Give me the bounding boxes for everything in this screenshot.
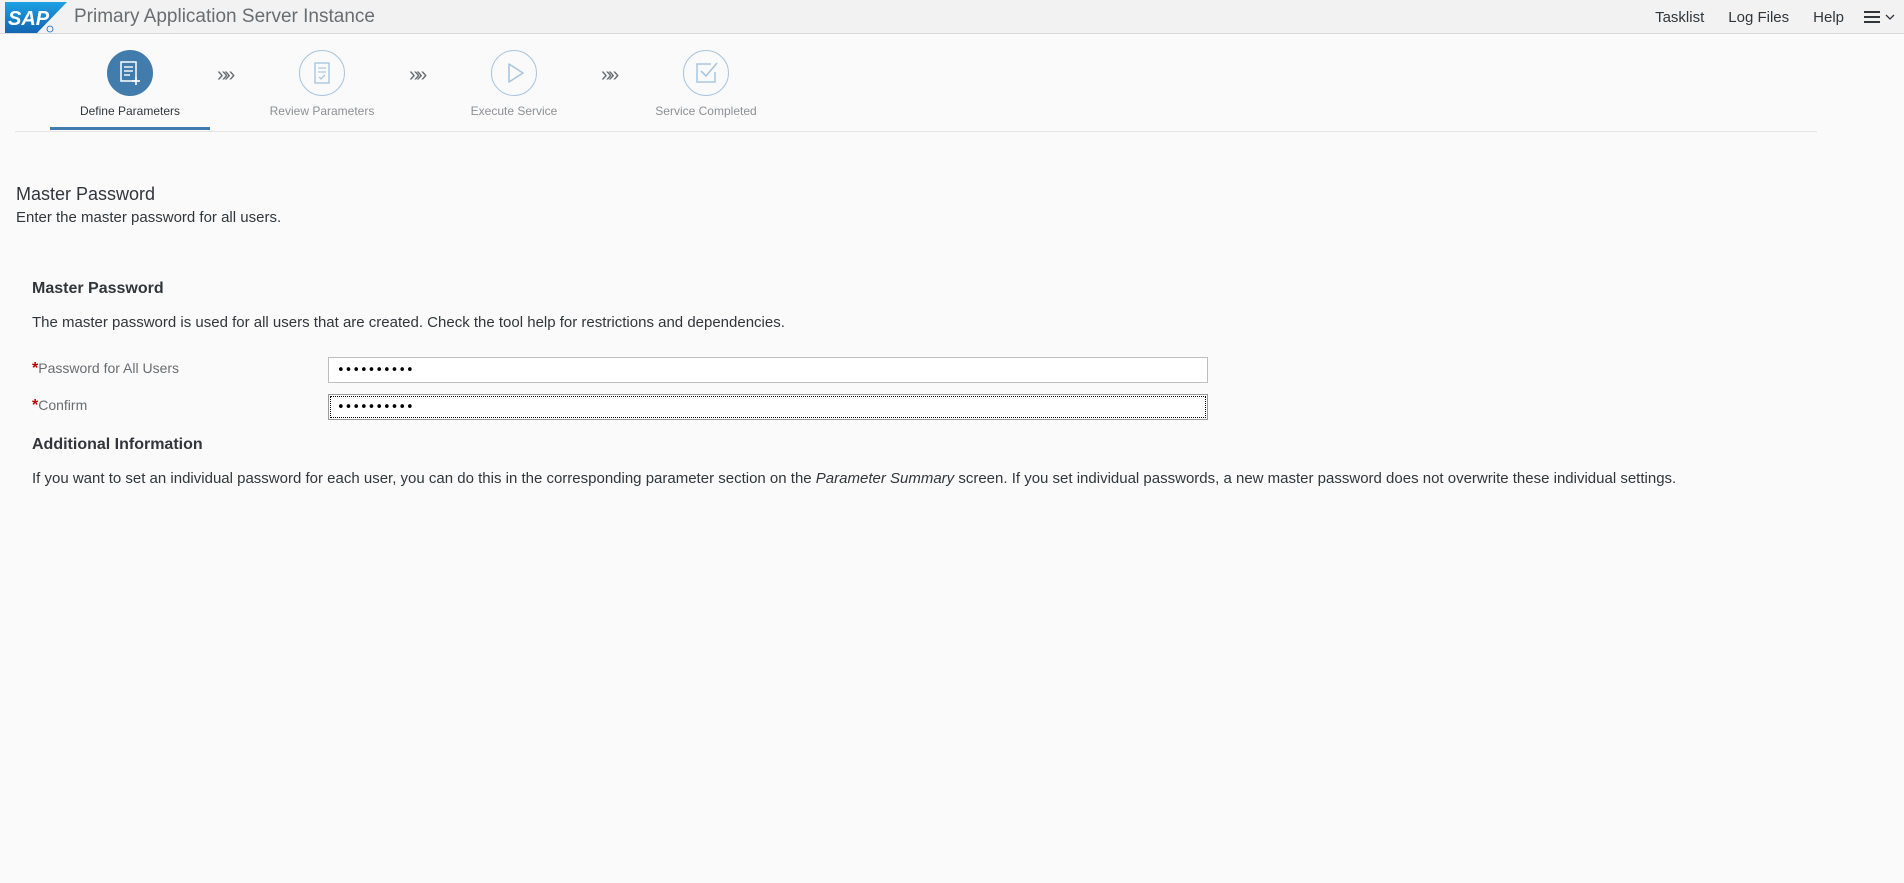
password-all-users-label: *Password for All Users	[32, 360, 179, 378]
sap-logo: SAP	[5, 2, 67, 33]
password-all-users-input[interactable]	[328, 357, 1208, 383]
clipboard-check-icon	[314, 62, 330, 84]
active-step-indicator	[50, 127, 210, 130]
page-title: Master Password	[16, 184, 156, 204]
step-label: Execute Service	[470, 104, 558, 118]
confirm-password-input[interactable]	[328, 394, 1208, 420]
additional-info-title: Additional Information	[32, 436, 203, 453]
play-icon	[508, 63, 524, 83]
checkbox-checked-icon	[696, 62, 718, 83]
field-label-text: Password for All Users	[38, 360, 180, 376]
step-review-parameters[interactable]: Review Parameters	[242, 50, 402, 118]
help-link[interactable]: Help	[1813, 9, 1844, 26]
step-service-completed[interactable]: Service Completed	[626, 50, 786, 118]
hamburger-menu-icon[interactable]	[1862, 8, 1898, 26]
group-title: Master Password	[32, 280, 164, 297]
parameter-summary-emphasis: Parameter Summary	[815, 470, 955, 487]
page-description: Enter the master password for all users.	[16, 209, 282, 226]
tasklist-link[interactable]: Tasklist	[1655, 9, 1704, 26]
wizard-progress: Define Parameters »» Review Parameters »…	[15, 34, 1817, 132]
app-title: Primary Application Server Instance	[74, 6, 375, 27]
step-separator-icon: »»	[601, 64, 619, 86]
log-files-link[interactable]: Log Files	[1728, 9, 1789, 26]
step-label: Review Parameters	[269, 104, 375, 118]
confirm-password-label: *Confirm	[32, 397, 87, 415]
step-define-parameters[interactable]: Define Parameters	[50, 50, 210, 118]
form-list-add-icon	[120, 61, 140, 85]
field-label-text: Confirm	[38, 397, 88, 413]
info-text-part: If you want to set an individual passwor…	[32, 470, 816, 487]
additional-info-text: If you want to set an individual passwor…	[32, 470, 1676, 487]
group-description: The master password is used for all user…	[32, 314, 785, 331]
info-text-part: screen. If you set individual passwords,…	[954, 470, 1677, 487]
sap-logo-text: SAP	[8, 8, 50, 30]
shell-header: SAP Primary Application Server Instance …	[0, 0, 1904, 34]
step-separator-icon: »»	[409, 64, 427, 86]
step-label: Define Parameters	[79, 104, 181, 118]
step-label: Service Completed	[655, 104, 757, 118]
header-links: Tasklist Log Files Help	[1631, 9, 1844, 26]
step-execute-service[interactable]: Execute Service	[434, 50, 594, 118]
step-separator-icon: »»	[217, 64, 235, 86]
